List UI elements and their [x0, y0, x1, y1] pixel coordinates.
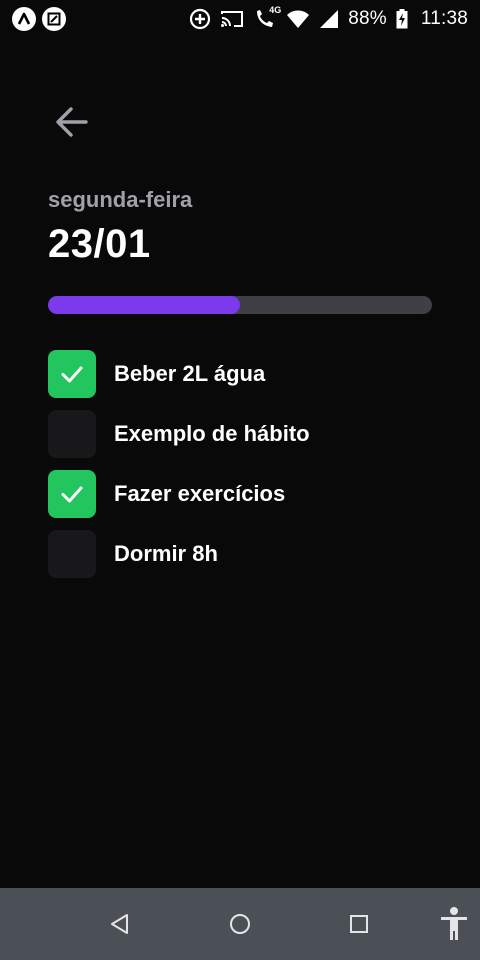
progress-bar	[48, 296, 432, 314]
signal-icon	[319, 9, 339, 29]
weekday-label: segunda-feira	[48, 187, 193, 212]
progress-fill	[48, 296, 240, 314]
habit-checkbox[interactable]	[48, 470, 96, 518]
clock: 11:38	[420, 8, 468, 29]
habit-item[interactable]: Dormir 8h	[48, 530, 432, 578]
app-square-icon	[42, 7, 66, 31]
habit-label: Exemplo de hábito	[114, 421, 310, 446]
nav-back-button[interactable]	[96, 900, 144, 948]
status-bar-right: 4G 88% 11:38	[189, 5, 468, 30]
cast-icon	[220, 9, 244, 29]
status-bar-left	[12, 7, 66, 31]
habit-label: Beber 2L água	[114, 361, 266, 386]
page-title: 23/01	[48, 222, 151, 266]
system-nav-bar	[0, 888, 480, 960]
arrow-left-icon	[56, 107, 88, 137]
habit-item[interactable]: Fazer exercícios	[48, 470, 432, 518]
home-circle-icon	[230, 914, 250, 934]
back-button[interactable]	[48, 98, 96, 146]
habit-item[interactable]: Beber 2L água	[48, 350, 432, 398]
app-a-icon	[12, 7, 36, 31]
check-icon	[61, 366, 83, 383]
habit-item[interactable]: Exemplo de hábito	[48, 410, 432, 458]
battery-charging-icon	[396, 9, 408, 29]
wifi-icon	[286, 9, 310, 29]
status-bar: 4G 88% 11:38	[0, 0, 480, 38]
battery-percent: 88%	[348, 8, 387, 29]
habit-checkbox[interactable]	[48, 530, 96, 578]
recents-square-icon	[350, 915, 368, 933]
nav-recents-button[interactable]	[335, 900, 383, 948]
habit-label: Dormir 8h	[114, 541, 218, 566]
habit-checkbox[interactable]	[48, 410, 96, 458]
check-icon	[61, 486, 83, 503]
habit-list: Beber 2L água Exemplo de hábito Fazer ex…	[48, 350, 432, 590]
back-triangle-icon	[111, 914, 128, 934]
habit-checkbox[interactable]	[48, 350, 96, 398]
network-label: 4G	[269, 5, 282, 15]
nav-accessibility-button[interactable]	[430, 900, 478, 948]
habit-label: Fazer exercícios	[114, 481, 286, 506]
nav-home-button[interactable]	[216, 900, 264, 948]
wifi-call-icon: 4G	[253, 5, 281, 30]
add-circle-icon	[189, 8, 211, 30]
accessibility-icon	[441, 907, 467, 940]
